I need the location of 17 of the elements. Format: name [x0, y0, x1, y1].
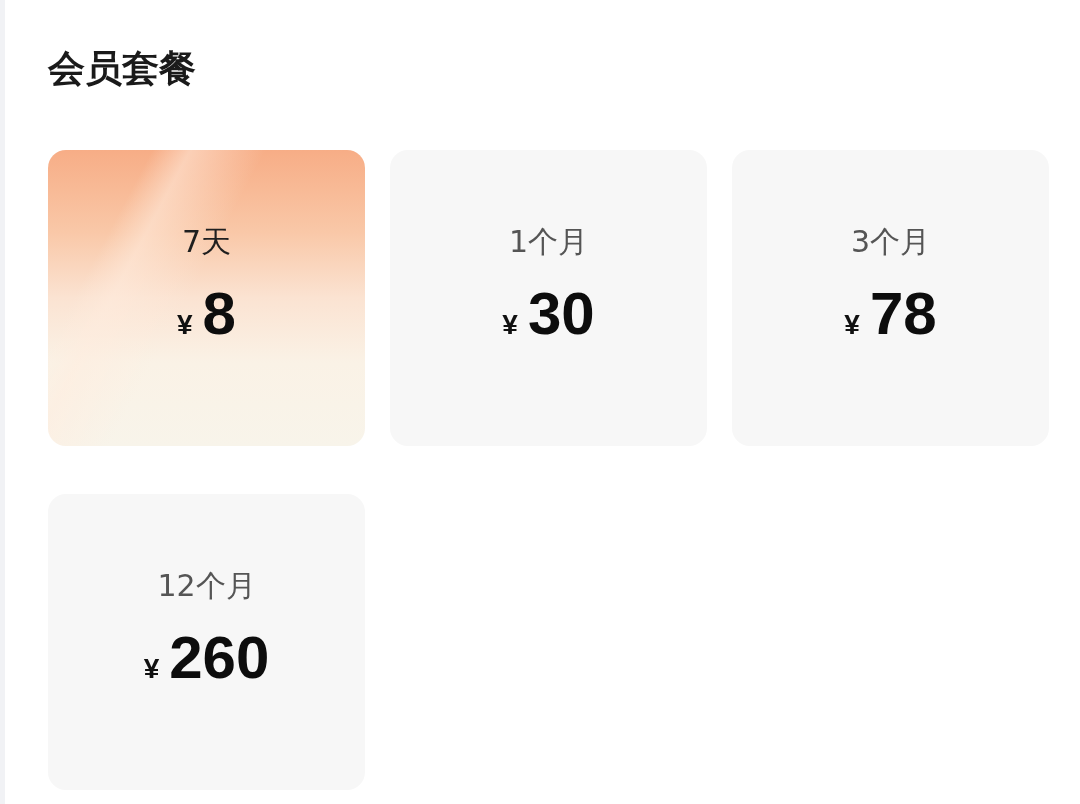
plan-duration: 3个月 — [850, 224, 931, 260]
plan-duration: 1个月 — [508, 224, 589, 260]
currency-symbol: ¥ — [143, 653, 160, 685]
plan-card[interactable]: 12个月 ¥ 260 — [48, 494, 365, 790]
currency-symbol: ¥ — [844, 309, 860, 341]
plan-duration: 7天 — [181, 224, 232, 260]
plan-price: 30 — [527, 282, 595, 346]
plan-price: 8 — [202, 282, 236, 346]
plan-card[interactable]: 3个月 ¥ 78 — [732, 150, 1049, 446]
plan-price: 78 — [869, 282, 937, 346]
plan-duration: 12个月 — [157, 568, 256, 604]
currency-symbol: ¥ — [177, 309, 193, 341]
plan-card[interactable]: 1个月 ¥ 30 — [390, 150, 707, 446]
currency-symbol: ¥ — [502, 309, 518, 341]
section-title: 会员套餐 — [48, 46, 196, 92]
plan-card[interactable]: 7天 ¥ 8 — [48, 150, 365, 446]
plan-price: 260 — [169, 626, 270, 690]
